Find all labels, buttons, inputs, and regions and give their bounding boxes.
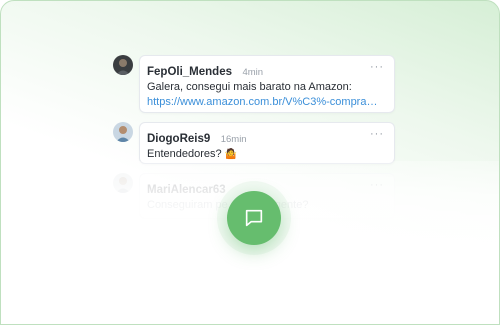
comment-text: Galera, consegui mais barato na Amazon:: [147, 81, 352, 93]
comment-time: 16min: [220, 134, 247, 145]
shrug-emoji-icon: 🤷: [224, 149, 238, 160]
more-options-icon[interactable]: ···: [370, 128, 384, 140]
comment-card: FepOli_Mendes 4min ··· Galera, consegui …: [139, 55, 395, 113]
more-options-icon[interactable]: ···: [370, 61, 384, 73]
more-options-icon[interactable]: ···: [370, 179, 384, 191]
chat-bubble-icon: [245, 209, 263, 227]
avatar[interactable]: [113, 173, 133, 193]
comment-author[interactable]: FepOli_Mendes: [147, 66, 232, 78]
avatar[interactable]: [113, 55, 133, 75]
comment-link[interactable]: https://www.amazon.com.br/V%C3%-compra…: [147, 95, 386, 110]
comment-author[interactable]: DiogoReis9: [147, 133, 210, 145]
comment-card: DiogoReis9 16min ··· Entendedores? 🤷: [139, 122, 395, 164]
comment-time: 4min: [242, 67, 264, 78]
comment-text-content: Entendedores?: [147, 148, 222, 160]
chat-button[interactable]: [227, 191, 281, 245]
comments-panel: FepOli_Mendes 4min ··· Galera, consegui …: [0, 0, 500, 325]
comment-author[interactable]: MariAlencar63: [147, 184, 226, 196]
avatar[interactable]: [113, 122, 133, 142]
comment-text: Entendedores? 🤷: [147, 147, 386, 162]
